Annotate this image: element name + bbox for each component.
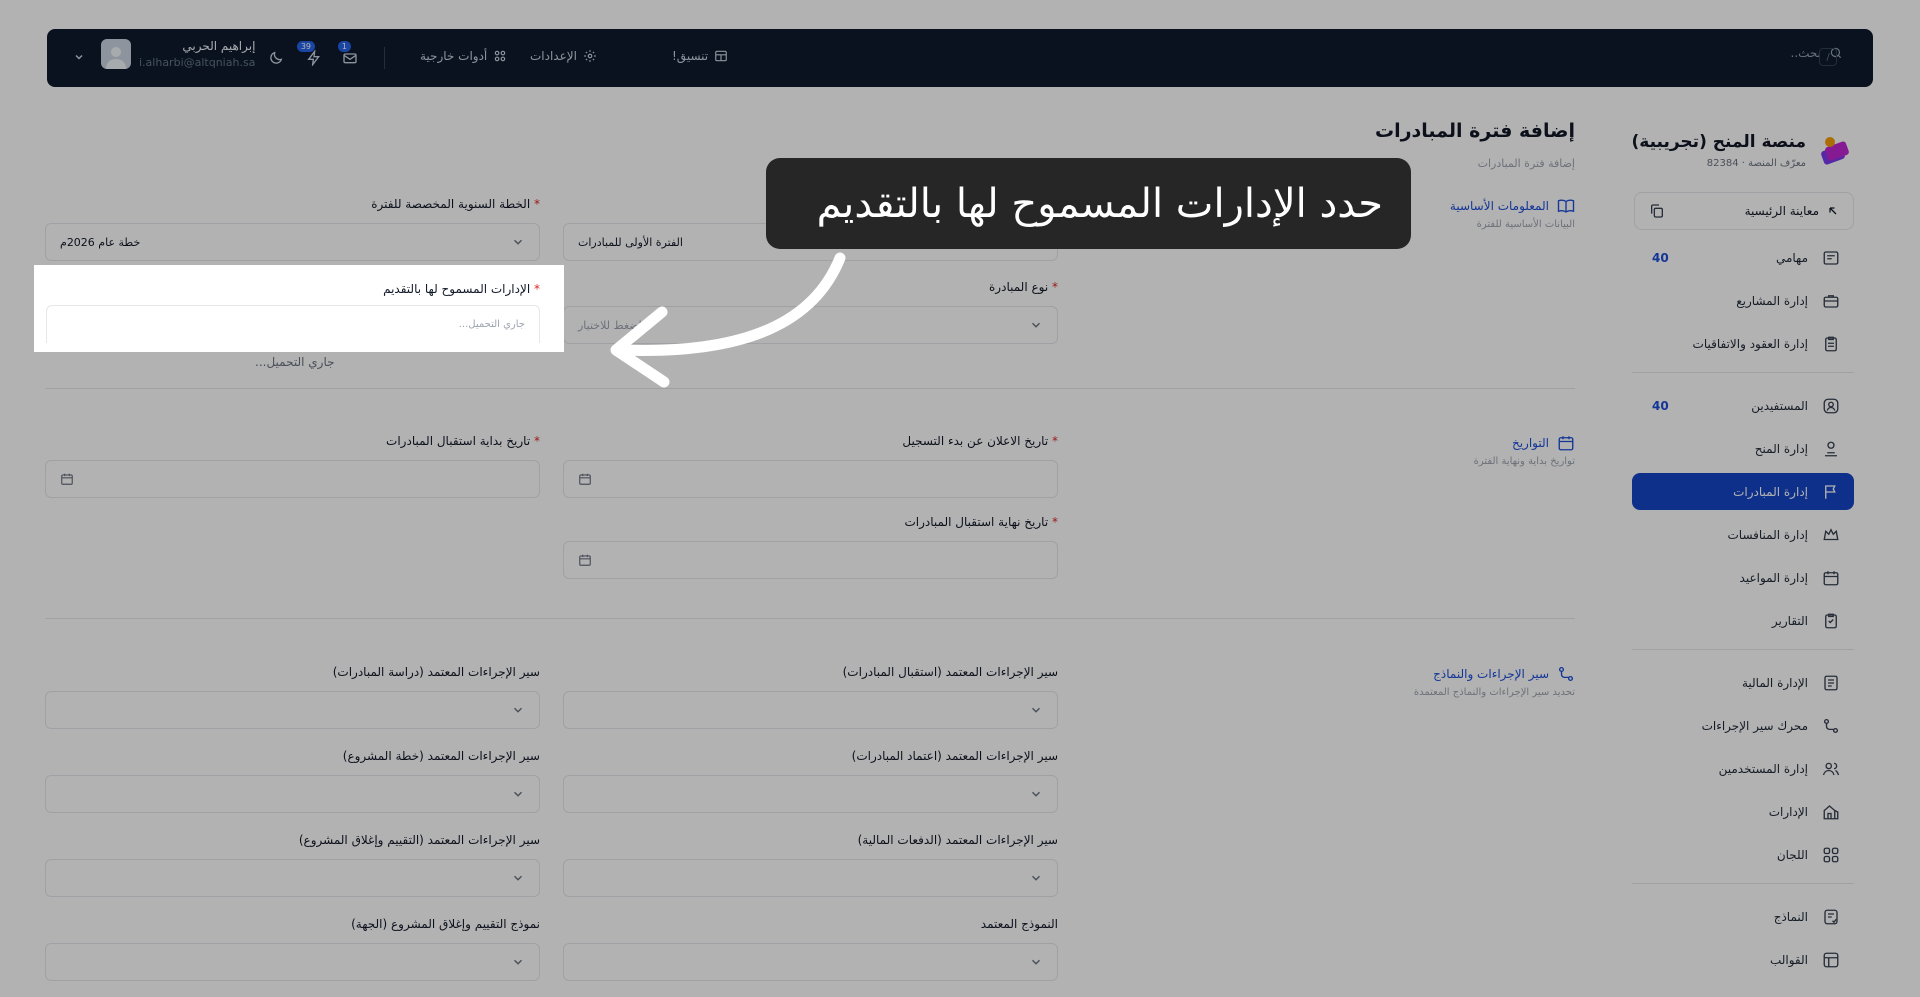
spotlight-departments-field: * الإدارات المسموح لها بالتقديم جاري الت… — [34, 265, 564, 352]
tutorial-tooltip-text: حدد الإدارات المسموح لها بالتقديم — [816, 180, 1383, 227]
tutorial-arrow-icon — [610, 252, 846, 388]
departments-label: * الإدارات المسموح لها بالتقديم — [383, 282, 540, 296]
departments-placeholder: جاري التحميل... — [458, 319, 525, 330]
departments-select[interactable]: جاري التحميل... — [46, 305, 540, 343]
tutorial-dim-overlay — [0, 0, 1920, 997]
tutorial-tooltip: حدد الإدارات المسموح لها بالتقديم — [766, 158, 1411, 249]
